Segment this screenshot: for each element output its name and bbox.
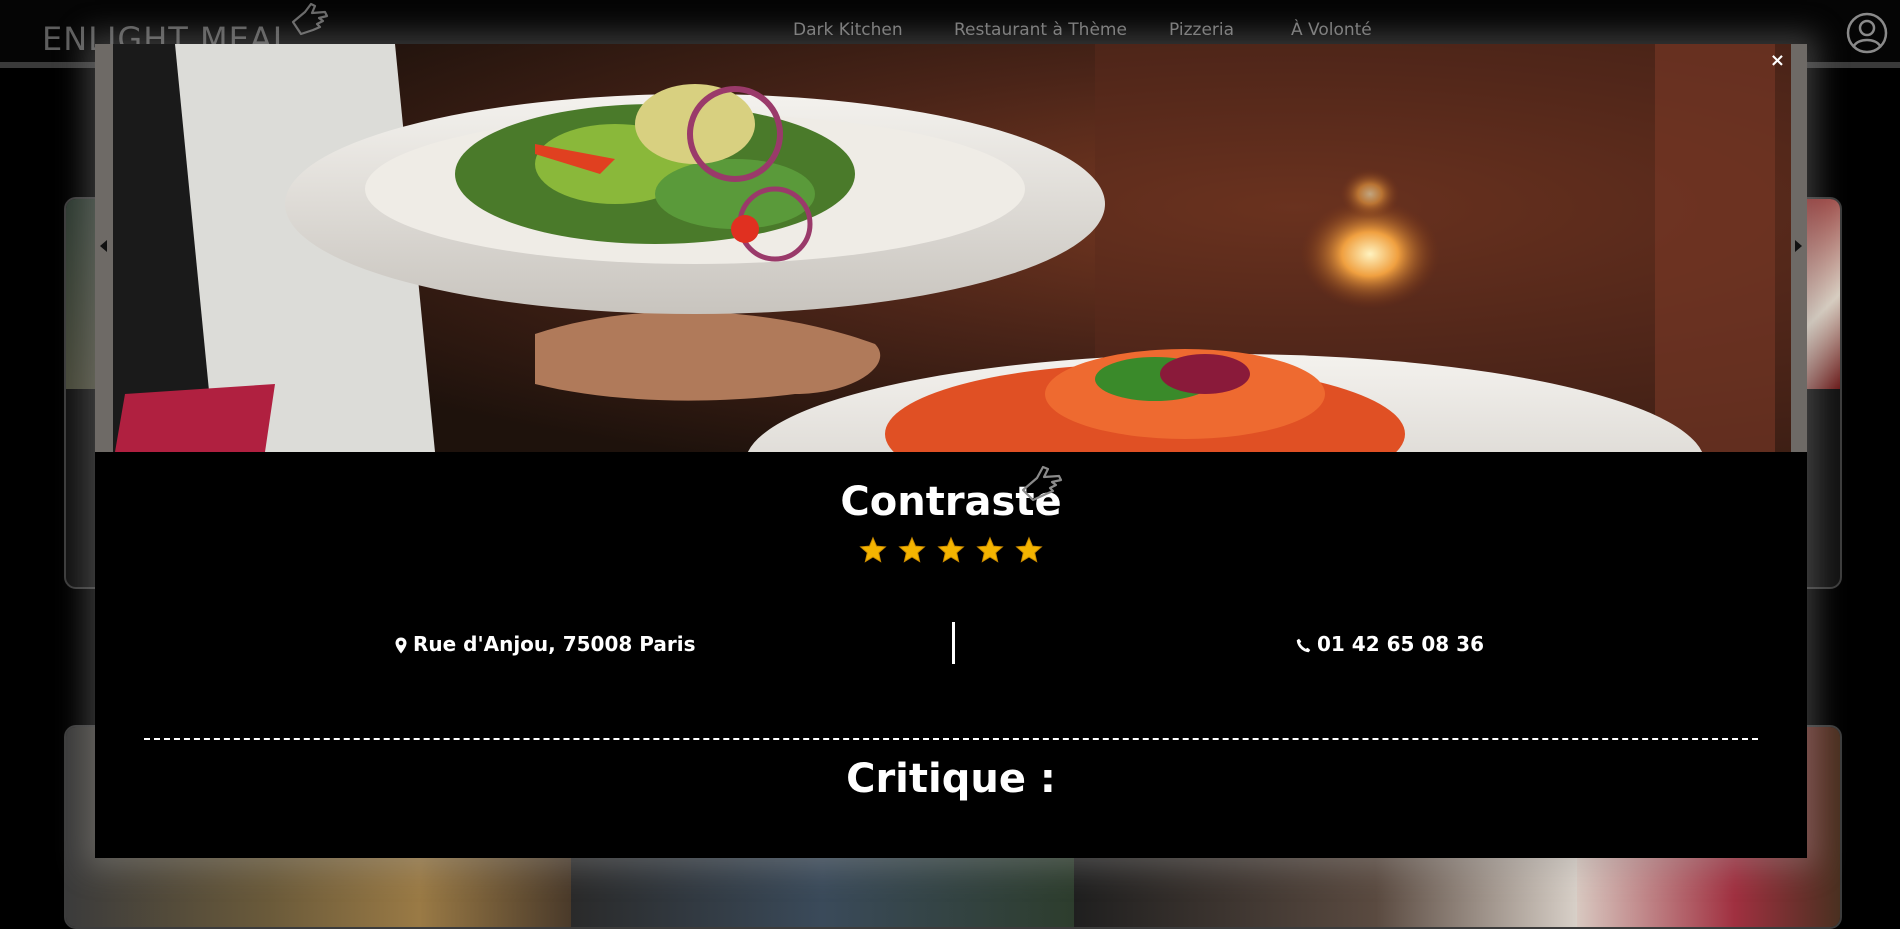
carousel-next-icon[interactable]	[1795, 240, 1802, 252]
star-rating	[95, 536, 1807, 568]
restaurant-photo: ×	[95, 44, 1807, 452]
restaurant-address: Rue d'Anjou, 75008 Paris	[395, 632, 696, 656]
restaurant-modal: × Contraste Rue d'Anjou, 75008 Paris 01 …	[95, 44, 1807, 858]
close-button[interactable]: ×	[1770, 52, 1785, 70]
star-icon	[859, 536, 887, 563]
restaurant-name: Contraste	[840, 479, 1062, 525]
restaurant-phone: 01 42 65 08 36	[1296, 632, 1484, 656]
info-divider	[952, 622, 955, 664]
nav-restaurant-theme[interactable]: Restaurant à Thème	[954, 20, 1127, 40]
map-pin-icon	[395, 637, 407, 654]
user-circle-icon[interactable]	[1846, 12, 1888, 54]
nav-pizzeria[interactable]: Pizzeria	[1169, 20, 1234, 40]
carousel-prev-icon[interactable]	[100, 240, 107, 252]
phone-text[interactable]: 01 42 65 08 36	[1317, 632, 1484, 656]
star-icon	[898, 536, 926, 563]
nav-dark-kitchen[interactable]: Dark Kitchen	[793, 20, 903, 40]
pointing-hand-icon	[291, 2, 329, 36]
pointing-hand-icon	[1021, 465, 1063, 502]
section-divider	[144, 738, 1758, 740]
phone-icon	[1296, 638, 1311, 653]
star-icon	[937, 536, 965, 563]
address-text: Rue d'Anjou, 75008 Paris	[413, 632, 696, 656]
critique-heading: Critique :	[846, 756, 1056, 802]
star-icon	[976, 536, 1004, 563]
star-icon	[1015, 536, 1043, 563]
nav-a-volonte[interactable]: À Volonté	[1291, 20, 1372, 40]
